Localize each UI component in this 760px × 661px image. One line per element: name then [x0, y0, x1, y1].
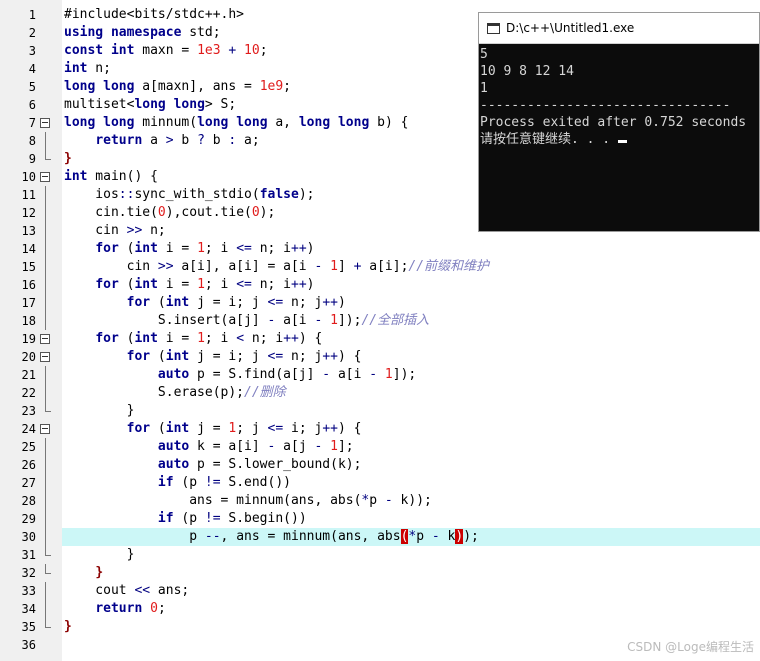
code-line: 21 auto p = S.find(a[j] - a[i - 1]); — [0, 366, 760, 384]
fold-toggle-icon[interactable] — [40, 352, 50, 362]
line-number: 8 — [28, 134, 36, 148]
line-number: 18 — [21, 314, 36, 328]
line-number: 7 — [28, 116, 36, 130]
code-line: 35} — [0, 618, 760, 636]
fold-toggle-icon[interactable] — [40, 334, 50, 344]
fold-toggle-icon[interactable] — [40, 172, 50, 182]
line-number: 5 — [28, 80, 36, 94]
console-title-bar[interactable]: D:\c++\Untitled1.exe — [479, 13, 759, 44]
line-number: 32 — [21, 566, 36, 580]
line-number: 25 — [21, 440, 36, 454]
code-line: 18 S.insert(a[j] - a[i - 1]);//全部插入 — [0, 312, 760, 330]
code-line: 26 auto p = S.lower_bound(k); — [0, 456, 760, 474]
console-line: 1 — [480, 81, 488, 96]
code-line: 16 for (int i = 1; i <= n; i++) — [0, 276, 760, 294]
line-number: 9 — [28, 152, 36, 166]
console-line: 5 — [480, 47, 488, 62]
console-cursor — [617, 140, 627, 143]
code-line: 28 ans = minnum(ans, abs(*p - k)); — [0, 492, 760, 510]
console-title: D:\c++\Untitled1.exe — [506, 21, 635, 35]
line-number: 12 — [21, 206, 36, 220]
console-line: 请按任意键继续. . . — [480, 132, 618, 147]
line-number: 11 — [21, 188, 36, 202]
code-line: 22 S.erase(p);//删除 — [0, 384, 760, 402]
code-line: 20 for (int j = i; j <= n; j++) { — [0, 348, 760, 366]
line-number: 26 — [21, 458, 36, 472]
code-line: 25 auto k = a[i] - a[j - 1]; — [0, 438, 760, 456]
line-number: 35 — [21, 620, 36, 634]
line-number: 34 — [21, 602, 36, 616]
code-line: 15 cin >> a[i], a[i] = a[i - 1] + a[i];/… — [0, 258, 760, 276]
line-number: 29 — [21, 512, 36, 526]
line-number: 21 — [21, 368, 36, 382]
line-number: 4 — [28, 62, 36, 76]
console-line: 10 9 8 12 14 — [480, 64, 574, 79]
code-line: 34 return 0; — [0, 600, 760, 618]
code-line: 19 for (int i = 1; i < n; i++) { — [0, 330, 760, 348]
line-number: 23 — [21, 404, 36, 418]
line-number: 24 — [21, 422, 36, 436]
line-number: 27 — [21, 476, 36, 490]
code-line: 31 } — [0, 546, 760, 564]
line-number: 19 — [21, 332, 36, 346]
line-number: 28 — [21, 494, 36, 508]
console-window[interactable]: D:\c++\Untitled1.exe 5 10 9 8 12 14 1 -----… — [478, 12, 760, 232]
line-number: 16 — [21, 278, 36, 292]
line-number: 20 — [21, 350, 36, 364]
fold-toggle-icon[interactable] — [40, 424, 50, 434]
watermark: CSDN @Loge编程生活 — [627, 640, 754, 654]
code-line: 23 } — [0, 402, 760, 420]
line-number: 15 — [21, 260, 36, 274]
line-number: 36 — [21, 638, 36, 652]
console-app-icon — [487, 22, 500, 34]
code-line: 17 for (int j = i; j <= n; j++) — [0, 294, 760, 312]
code-line: 27 if (p != S.end()) — [0, 474, 760, 492]
code-line: 24 for (int j = 1; j <= i; j++) { — [0, 420, 760, 438]
line-number: 17 — [21, 296, 36, 310]
line-number: 31 — [21, 548, 36, 562]
line-number: 33 — [21, 584, 36, 598]
code-line: 29 if (p != S.begin()) — [0, 510, 760, 528]
console-output[interactable]: 5 10 9 8 12 14 1 --------------------------… — [479, 44, 759, 148]
console-line: Process exited after 0.752 seconds — [480, 115, 747, 130]
line-number: 10 — [21, 170, 36, 184]
line-number: 1 — [28, 8, 36, 22]
code-line: 14 for (int i = 1; i <= n; i++) — [0, 240, 760, 258]
code-line: 32 } — [0, 564, 760, 582]
console-line: -------------------------------- — [480, 98, 731, 113]
line-number: 22 — [21, 386, 36, 400]
code-line: 33 cout << ans; — [0, 582, 760, 600]
line-number: 14 — [21, 242, 36, 256]
line-number: 2 — [28, 26, 36, 40]
line-number: 30 — [21, 530, 36, 544]
line-number: 13 — [21, 224, 36, 238]
line-number: 6 — [28, 98, 36, 112]
code-line-current: 30 p --, ans = minnum(ans, abs(*p - k)); — [0, 528, 760, 546]
line-number: 3 — [28, 44, 36, 58]
fold-toggle-icon[interactable] — [40, 118, 50, 128]
